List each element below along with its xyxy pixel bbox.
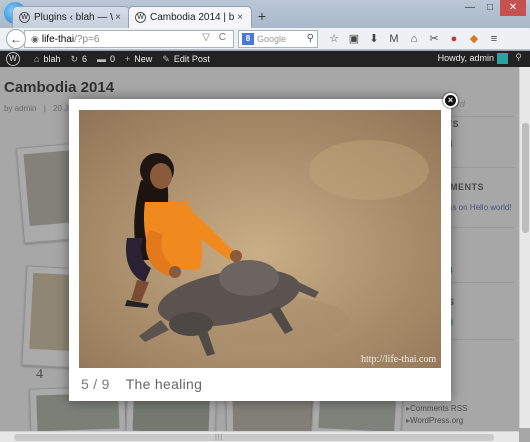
star-icon[interactable]: ☆ [324, 31, 344, 47]
tool-icon[interactable]: ✂ [424, 31, 444, 47]
admin-new-link[interactable]: + New [125, 54, 152, 64]
admin-greeting[interactable]: Howdy, admin [438, 53, 494, 63]
photo-girl-with-pig: http://life-thai.com [79, 110, 441, 368]
photo-watermark: http://life-thai.com [361, 354, 436, 365]
tab-label: Plugins ‹ blah — WordPress [34, 12, 113, 23]
new-label: New [134, 54, 153, 64]
tab-close-icon[interactable]: × [113, 12, 123, 23]
home-icon[interactable]: ⌂ [404, 31, 424, 47]
admin-site-link[interactable]: ⌂ blah [34, 54, 60, 64]
search-input[interactable]: Google [257, 34, 286, 44]
admin-updates-link[interactable]: ↻ 6 [70, 54, 87, 65]
browser-navbar: ◉ life-thai/?p=6 ▽ C ← 8 Google ⚲ ☆ ▣ ⬇ … [0, 28, 530, 50]
lightbox: http://life-thai.com 5 / 9 The healing [69, 99, 451, 401]
updates-count: 6 [82, 54, 88, 64]
site-name: blah [43, 54, 61, 64]
maximize-button[interactable]: □ [480, 0, 500, 16]
admin-comments-link[interactable]: ▬ 0 [97, 54, 115, 64]
url-path: /?p=6 [74, 33, 100, 45]
tab-close-icon[interactable]: × [235, 12, 245, 23]
vertical-scrollbar[interactable] [519, 67, 530, 428]
wordpress-favicon-icon: W [19, 12, 30, 23]
clipboard-icon[interactable]: ▣ [344, 31, 364, 47]
edit-label: Edit Post [173, 54, 210, 64]
lightbox-close-button[interactable]: × [443, 93, 458, 108]
download-icon[interactable]: ⬇ [364, 31, 384, 47]
browser-toolbar: ☆ ▣ ⬇ M ⌂ ✂ ● ◆ ≡ [324, 31, 504, 47]
wordpress-logo-icon[interactable]: W [6, 52, 20, 66]
refresh-icon: ↻ [70, 53, 78, 64]
pencil-icon: ✎ [162, 53, 170, 64]
window-controls: — □ ✕ [460, 0, 526, 16]
scrollbar-thumb[interactable] [14, 434, 494, 441]
minimize-button[interactable]: — [460, 0, 480, 16]
gmail-icon[interactable]: M [384, 31, 404, 47]
lightbox-image[interactable]: http://life-thai.com [79, 110, 441, 368]
wp-admin-bar: W ⌂ blah ↻ 6 ▬ 0 + New ✎ Edit Post Howdy, adm… [0, 51, 530, 67]
admin-edit-link[interactable]: ✎ Edit Post [162, 54, 210, 65]
wordpress-favicon-icon: W [135, 12, 146, 23]
window-close-button[interactable]: ✕ [500, 0, 526, 16]
admin-search-icon[interactable]: ⚲ [515, 52, 522, 63]
plus-icon: + [125, 54, 131, 64]
addon2-icon[interactable]: ◆ [464, 31, 484, 47]
browser-titlebar: W Plugins ‹ blah — WordPress × W Cambodi… [0, 0, 530, 28]
scrollbar-thumb[interactable] [522, 123, 529, 233]
menu-icon[interactable]: ≡ [484, 31, 504, 47]
tab-label: Cambodia 2014 | blah [150, 12, 235, 23]
scrollbar-grip-icon: ||| [215, 434, 224, 441]
search-bar[interactable]: 8 Google ⚲ [238, 30, 318, 48]
comment-icon: ▬ [97, 54, 107, 64]
tab-plugins[interactable]: W Plugins ‹ blah — WordPress × [12, 6, 130, 28]
page-viewport: W ⌂ blah ↻ 6 ▬ 0 + New ✎ Edit Post Howdy, adm… [0, 51, 530, 442]
back-button[interactable]: ← [6, 29, 26, 49]
url-host: life-thai [41, 33, 75, 45]
horizontal-scrollbar[interactable]: ||| [0, 431, 519, 442]
lightbox-caption: 5 / 9 The healing [81, 376, 202, 392]
avatar[interactable] [497, 53, 508, 64]
new-tab-button[interactable]: + [255, 9, 269, 23]
house-icon: ⌂ [34, 54, 40, 64]
url-bar[interactable]: ◉ life-thai/?p=6 ▽ C [24, 30, 234, 48]
addon-icon[interactable]: ● [444, 31, 464, 47]
lightbox-counter: 5 / 9 [81, 376, 110, 392]
comments-count: 0 [110, 54, 116, 64]
url-dropdown-reload-icons[interactable]: ▽ C [202, 32, 229, 43]
globe-icon: ◉ [31, 33, 39, 44]
lightbox-title: The healing [125, 376, 203, 392]
magnifier-icon[interactable]: ⚲ [307, 33, 314, 44]
google-search-icon[interactable]: 8 [242, 33, 254, 45]
tab-cambodia[interactable]: W Cambodia 2014 | blah × [128, 6, 252, 28]
